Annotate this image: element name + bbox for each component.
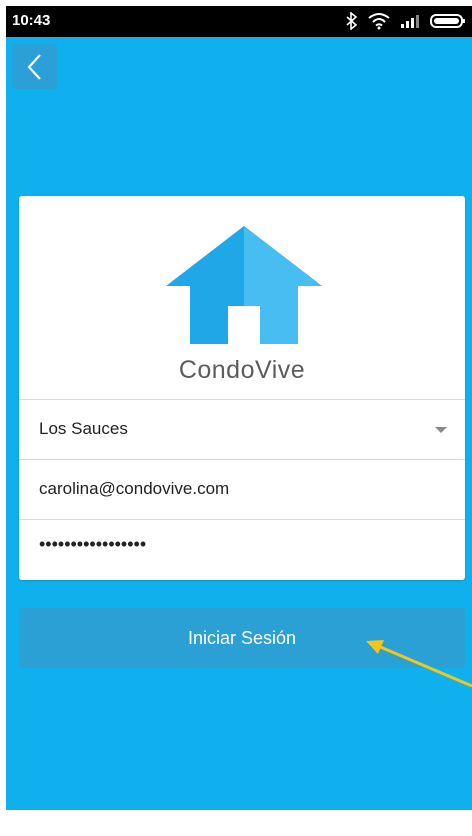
- chevron-left-icon: [27, 53, 41, 80]
- status-time: 10:43: [12, 12, 51, 29]
- password-value: •••••••••••••••••: [39, 534, 147, 554]
- wifi-icon: [368, 13, 390, 30]
- house-icon: [166, 226, 322, 344]
- login-card: CondoVive Los Sauces carolina@condovive.…: [19, 196, 465, 580]
- status-bar: 10:43: [6, 6, 472, 37]
- app-screen: 10:43 CondoVive Los Sauces carolina@cond…: [6, 6, 472, 810]
- login-button-label: Iniciar Sesión: [187, 627, 297, 648]
- back-button[interactable]: [12, 44, 57, 89]
- login-button[interactable]: Iniciar Sesión: [19, 608, 465, 668]
- email-value: carolina@condovive.com: [39, 479, 230, 498]
- email-field[interactable]: carolina@condovive.com: [19, 459, 465, 519]
- password-field[interactable]: •••••••••••••••••: [19, 519, 465, 579]
- signal-icon: [401, 15, 419, 28]
- battery-icon: [430, 14, 465, 28]
- app-name: CondoVive: [178, 356, 306, 384]
- condo-select[interactable]: Los Sauces: [19, 399, 465, 459]
- condo-select-value: Los Sauces: [39, 419, 128, 438]
- status-icons: [346, 11, 466, 31]
- dropdown-arrow-icon: [435, 427, 447, 433]
- bluetooth-icon: [346, 12, 358, 30]
